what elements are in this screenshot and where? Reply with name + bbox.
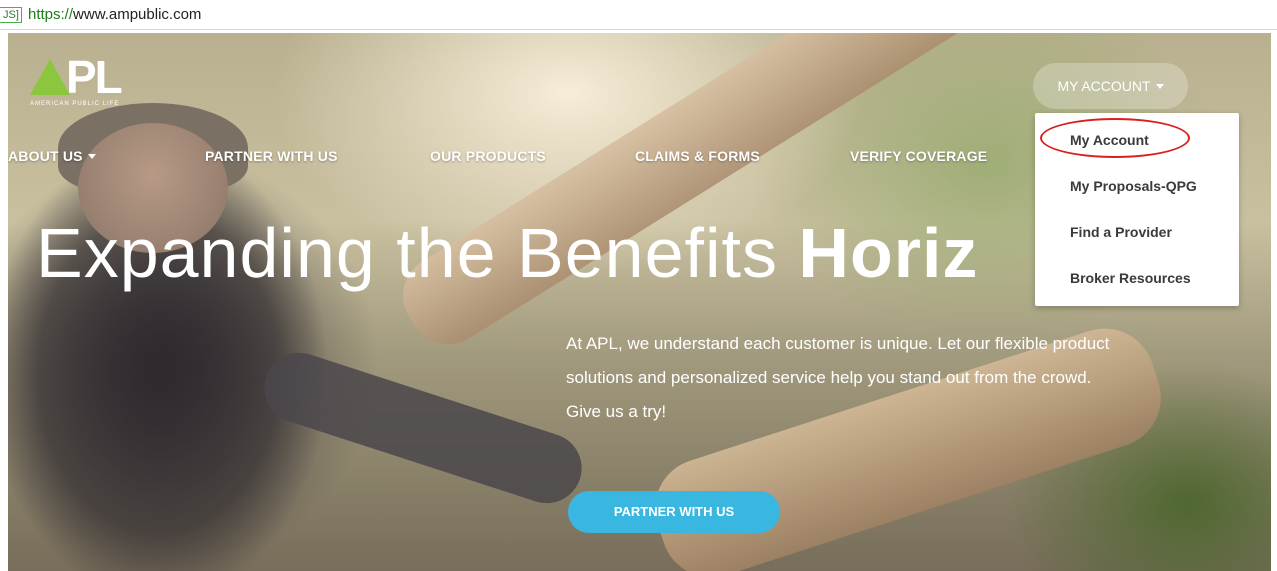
headline-bold: Horiz <box>798 214 979 292</box>
caret-down-icon <box>1155 84 1164 89</box>
partner-with-us-button[interactable]: PARTNER WITH US <box>568 491 780 533</box>
url-scheme: https:// <box>28 6 74 23</box>
menu-item-broker-resources[interactable]: Broker Resources <box>1070 270 1191 286</box>
nav-about-us-label: ABOUT US <box>8 148 83 164</box>
child-photo <box>8 103 591 571</box>
nav-verify-coverage[interactable]: VERIFY COVERAGE <box>850 148 987 164</box>
menu-item-my-account[interactable]: My Account <box>1070 132 1149 148</box>
url-host: www.ampublic.com <box>73 6 202 23</box>
my-account-label: MY ACCOUNT <box>1057 78 1151 94</box>
tree-branch-image <box>388 33 1030 360</box>
url-text[interactable]: https://www.ampublic.com <box>28 6 201 23</box>
hero-body-text: At APL, we understand each customer is u… <box>566 334 1110 421</box>
hero-headline: Expanding the Benefits Horiz <box>36 213 978 293</box>
address-bar[interactable]: JS] https://www.ampublic.com <box>0 0 1277 30</box>
nav-claims-forms[interactable]: CLAIMS & FORMS <box>635 148 760 164</box>
nav-about-us[interactable]: ABOUT US <box>8 148 96 164</box>
logo-triangle-icon <box>30 59 70 95</box>
logo-tagline: AMERICAN PUBLIC LIFE <box>30 101 120 107</box>
security-badge-icon: JS] <box>0 7 22 23</box>
menu-item-my-proposals-qpg[interactable]: My Proposals-QPG <box>1070 178 1197 194</box>
apl-logo[interactable]: PL AMERICAN PUBLIC LIFE <box>30 54 123 107</box>
account-dropdown-menu: My Account My Proposals-QPG Find a Provi… <box>1035 113 1239 306</box>
logo-text: PL <box>66 51 123 103</box>
child-arm <box>255 343 591 513</box>
menu-item-find-a-provider[interactable]: Find a Provider <box>1070 224 1172 240</box>
caret-down-icon <box>87 154 96 159</box>
hero-section: PL AMERICAN PUBLIC LIFE ABOUT US PARTNER… <box>8 33 1271 571</box>
nav-partner-with-us[interactable]: PARTNER WITH US <box>205 148 338 164</box>
nav-our-products[interactable]: OUR PRODUCTS <box>430 148 546 164</box>
logo-mark: PL <box>30 54 123 100</box>
my-account-button[interactable]: MY ACCOUNT <box>1033 63 1188 109</box>
headline-light: Expanding the Benefits <box>36 214 799 292</box>
